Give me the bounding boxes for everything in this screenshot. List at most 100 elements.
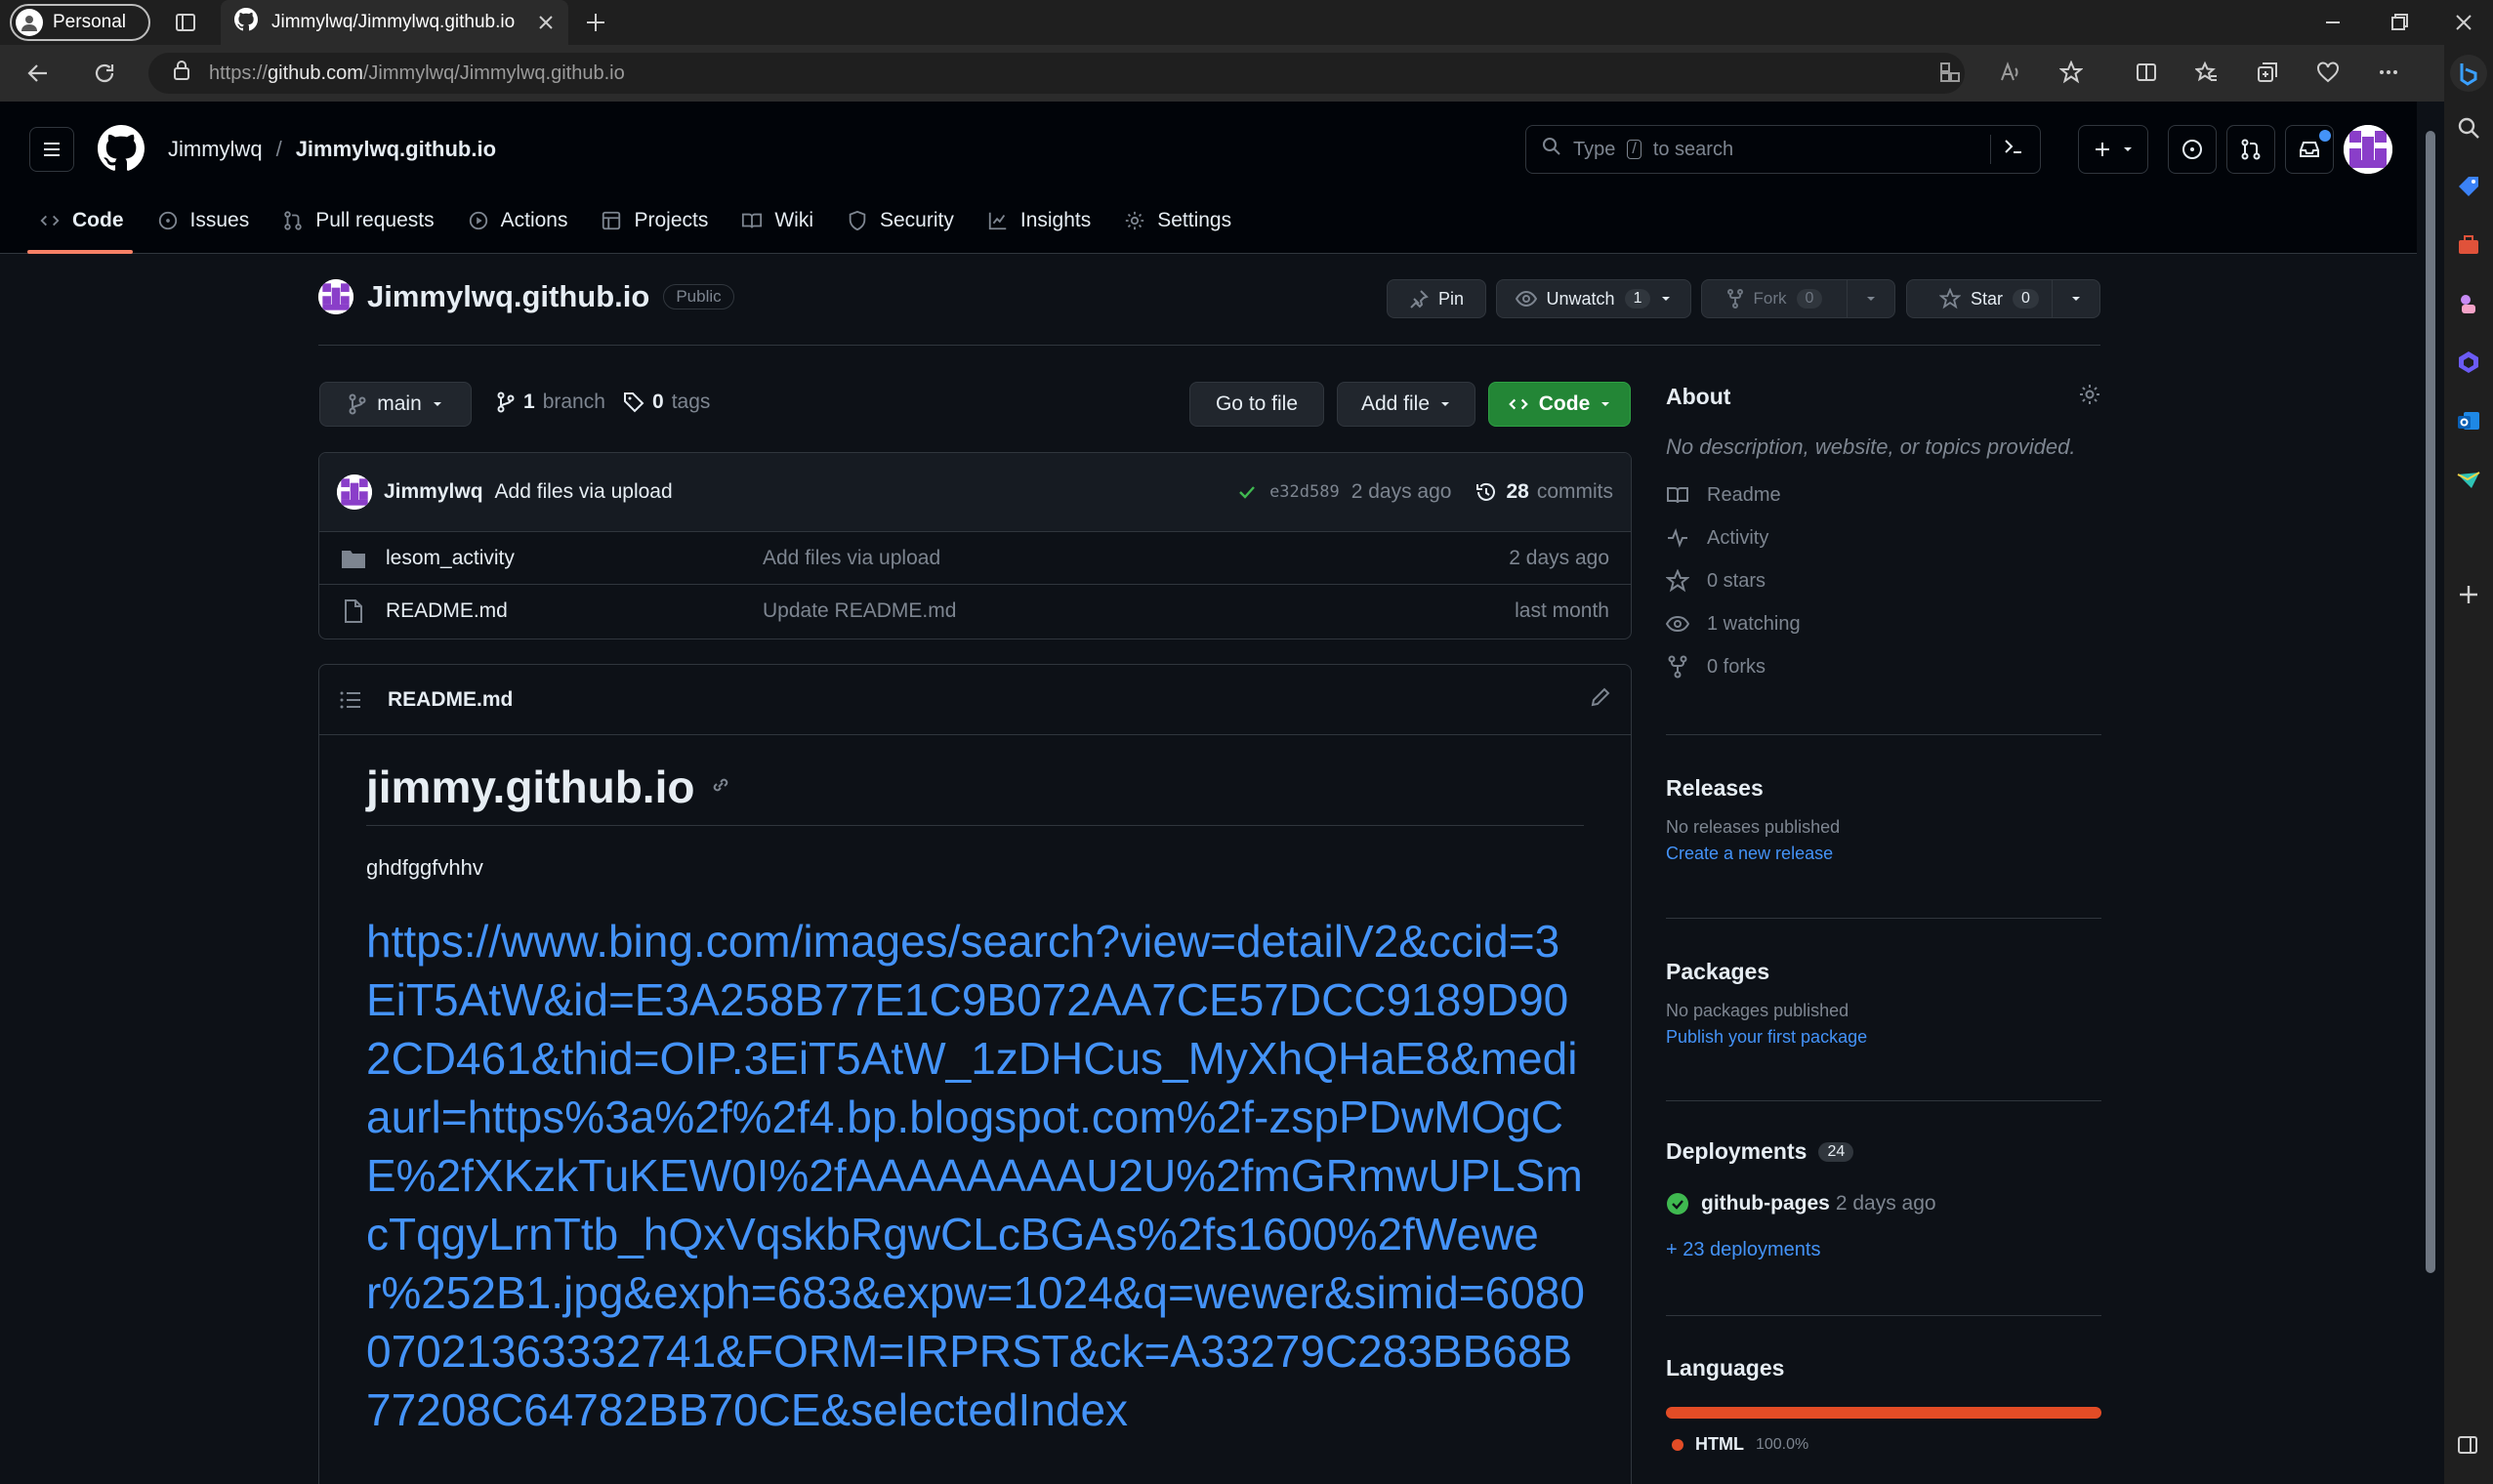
releases-title[interactable]: Releases [1666,775,2101,802]
anchor-link-icon[interactable] [710,774,731,801]
microsoft-365-icon[interactable] [2456,350,2481,380]
tab-issues[interactable]: Issues [157,201,249,240]
apps-icon[interactable] [1938,61,1962,84]
publish-package-link[interactable]: Publish your first package [1666,1027,2101,1048]
drop-icon[interactable] [2456,467,2481,497]
shopping-tag-icon[interactable] [2456,174,2481,204]
git-branch-icon [497,392,515,413]
restore-icon[interactable] [2385,10,2414,35]
tab-settings[interactable]: Settings [1124,201,1231,240]
branch-selector[interactable]: main [319,382,472,427]
tab-title: Jimmylwq/Jimmylwq.github.io [271,12,516,32]
more-options-icon[interactable] [2377,61,2400,84]
file-row[interactable]: README.md Update README.md last month [319,584,1631,637]
pin-button[interactable]: Pin [1387,279,1486,318]
repo-name[interactable]: Jimmylwq.github.io [367,279,649,314]
issues-button[interactable] [2168,125,2217,174]
deployments-title[interactable]: Deployments [1666,1138,1807,1165]
minimize-icon[interactable] [2318,10,2348,35]
inbox-button[interactable] [2285,125,2334,174]
close-window-icon[interactable] [2449,10,2478,35]
create-new-button[interactable] [2078,125,2148,174]
split-screen-icon[interactable] [2135,61,2158,84]
page-scrollbar[interactable] [2417,102,2444,1484]
tab-security[interactable]: Security [847,201,954,240]
favorite-star-icon[interactable] [2059,61,2083,84]
unwatch-button[interactable]: Unwatch 1 [1496,279,1691,318]
back-icon[interactable] [23,59,53,88]
about-settings-gear-icon[interactable] [2078,383,2101,411]
stars-link[interactable]: 0 stars [1666,559,2101,602]
file-commit-message[interactable]: Update README.md [763,599,1515,623]
git-pull-request-icon [284,211,302,230]
search-input[interactable]: Type / to search [1525,125,2041,174]
tools-icon[interactable] [2456,232,2481,263]
games-icon[interactable] [2456,291,2481,321]
outlook-icon[interactable] [2456,408,2481,438]
url-field[interactable]: https://github.com/Jimmylwq/Jimmylwq.git… [148,53,1965,94]
tab-insights-label: Insights [1019,209,1092,231]
tab-pull-requests[interactable]: Pull requests [282,201,435,240]
commit-author[interactable]: Jimmylwq [384,480,483,504]
scrollbar-thumb[interactable] [2426,131,2435,1273]
breadcrumb-repo[interactable]: Jimmylwq.github.io [296,137,496,162]
file-row[interactable]: lesom_activity Add files via upload 2 da… [319,531,1631,584]
fork-button[interactable]: Fork 0 [1701,279,1848,318]
new-tab-icon[interactable] [582,10,609,35]
tab-actions[interactable]: Actions [468,201,567,240]
tab-projects[interactable]: Projects [601,201,708,240]
edit-pencil-icon[interactable] [1590,686,1611,714]
code-dropdown-button[interactable]: Code [1488,382,1631,427]
hide-sidebar-icon[interactable] [2456,1433,2479,1457]
tab-settings-label: Settings [1157,209,1232,231]
breadcrumb-owner[interactable]: Jimmylwq [168,137,263,162]
readme-link[interactable]: https://www.bing.com/images/search?view=… [366,912,1587,1439]
command-palette-icon[interactable] [2003,136,2024,163]
create-release-link[interactable]: Create a new release [1666,844,2101,864]
star-dropdown-button[interactable] [2052,279,2100,318]
more-deployments-link[interactable]: + 23 deployments [1666,1239,2101,1261]
read-aloud-icon[interactable] [1999,61,2022,84]
tab-code[interactable]: Code [27,201,133,254]
add-file-button[interactable]: Add file [1337,382,1475,427]
refresh-icon[interactable] [90,59,119,88]
tab-actions-icon[interactable] [172,10,199,35]
commits-link[interactable]: 28 commits [1475,480,1613,504]
star-count: 0 [2013,289,2039,309]
commit-hash[interactable]: e32d589 [1269,482,1340,502]
file-name[interactable]: README.md [386,599,763,623]
file-name[interactable]: lesom_activity [386,547,763,570]
file-commit-message[interactable]: Add files via upload [763,547,1509,570]
favorites-icon[interactable] [2195,61,2219,84]
commit-message[interactable]: Add files via upload [495,480,673,504]
github-logo-icon[interactable] [98,125,145,177]
readme-filename[interactable]: README.md [388,688,513,712]
tab-wiki[interactable]: Wiki [741,201,813,240]
hamburger-menu-button[interactable] [29,127,74,172]
add-sidebar-app-icon[interactable] [2456,582,2481,607]
packages-title[interactable]: Packages [1666,959,2101,985]
pull-requests-button[interactable] [2226,125,2275,174]
deployment-item[interactable]: github-pages 2 days ago [1666,1192,2101,1216]
sidebar-search-icon[interactable] [2456,115,2481,141]
forks-link[interactable]: 0 forks [1666,645,2101,688]
branches-link[interactable]: 1 branch [496,391,605,414]
user-avatar[interactable] [2344,125,2392,174]
profile-button[interactable]: Personal [10,4,150,41]
go-to-file-button[interactable]: Go to file [1189,382,1324,427]
tags-link[interactable]: 0 tags [623,391,710,414]
fork-dropdown-button[interactable] [1847,279,1895,318]
watching-link[interactable]: 1 watching [1666,602,2101,645]
active-browser-tab[interactable]: Jimmylwq/Jimmylwq.github.io [221,0,568,45]
language-item[interactable]: HTML 100.0% [1666,1434,2101,1455]
star-button[interactable]: Star 0 [1906,279,2072,318]
copilot-icon[interactable] [2450,55,2487,92]
pin-icon [1410,290,1429,309]
profile-label: Personal [53,12,126,32]
collections-icon[interactable] [2256,61,2279,84]
readme-link[interactable]: Readme [1666,474,2101,516]
tab-insights[interactable]: Insights [987,201,1091,240]
activity-link[interactable]: Activity [1666,516,2101,559]
close-tab-icon[interactable] [537,14,555,31]
browser-essentials-icon[interactable] [2316,61,2340,84]
